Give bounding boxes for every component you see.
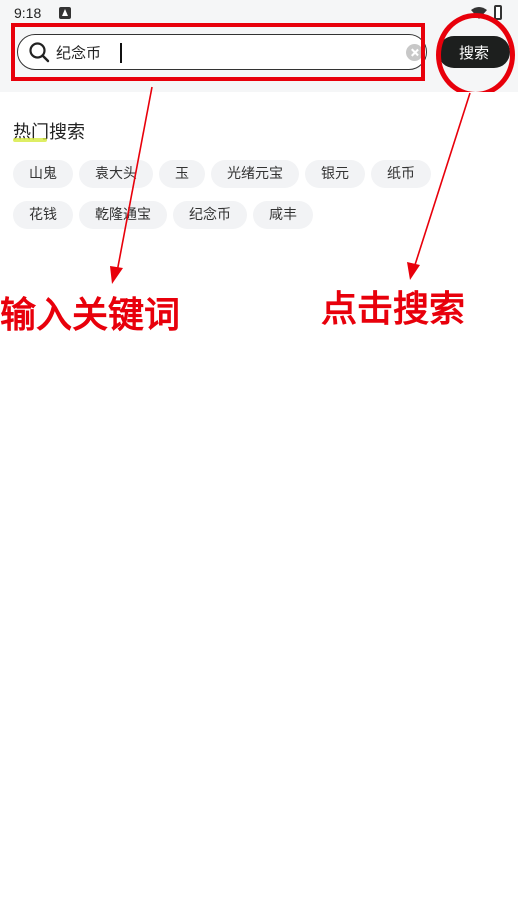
hot-tag[interactable]: 银元 [305,160,365,188]
hot-tag[interactable]: 山鬼 [13,160,73,188]
hot-tag[interactable]: 纪念币 [173,201,247,229]
hot-tag[interactable]: 纸币 [371,160,431,188]
hot-search-tags: 山鬼 袁大头玉光绪元宝 银元 纸币 花钱 乾隆通宝 纪念币 咸丰 [13,160,508,242]
hot-tag[interactable]: 咸丰 [253,201,313,229]
app-notification-icon [59,7,71,19]
annotation-highlight-box [11,23,425,81]
title-accent-underline [13,138,47,142]
status-time: 9:18 [14,5,42,21]
hot-tag[interactable]: 乾隆通宝 [79,201,167,229]
annotation-label-enter-keyword: 输入关键词 [0,295,181,336]
hot-tag[interactable]: 袁大头 [79,160,153,188]
annotation-highlight-circle [436,13,515,97]
hot-tag[interactable]: 花钱 [13,201,73,229]
annotation-label-click-search: 点击搜索 [321,289,466,330]
hot-tag[interactable]: 光绪元宝 [211,160,299,188]
hot-tag[interactable]: 玉 [159,160,205,188]
